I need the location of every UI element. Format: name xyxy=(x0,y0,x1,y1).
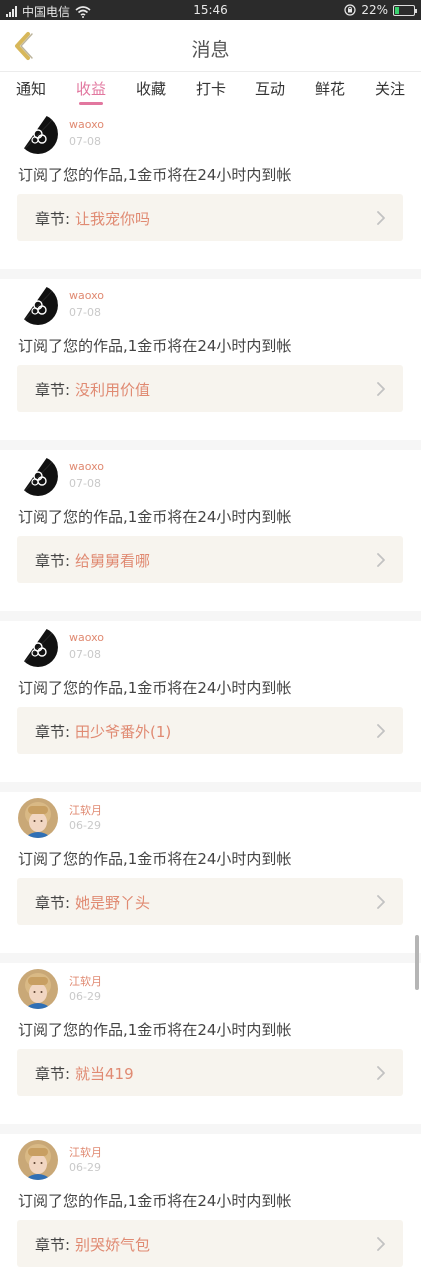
chapter-link[interactable]: 章节: 给舅舅看哪 xyxy=(17,536,403,583)
chapter-name: 别哭娇气包 xyxy=(75,1236,151,1254)
message-date: 07-08 xyxy=(69,648,101,661)
chapter-link[interactable]: 章节: 让我宠你吗 xyxy=(17,194,403,241)
sender-name[interactable]: waoxo xyxy=(69,460,104,473)
chapter-link[interactable]: 章节: 田少爷番外(1) xyxy=(17,707,403,754)
chapter-label: 章节: xyxy=(35,1065,71,1083)
message-card: waoxo 07-08 订阅了您的作品,1金币将在24小时内到帐章节: 给舅舅看哪 xyxy=(0,450,421,621)
user-photo-avatar-icon xyxy=(18,1140,58,1180)
chevron-right-icon xyxy=(377,382,385,396)
chapter-name: 她是野丫头 xyxy=(75,894,151,912)
message-date: 06-29 xyxy=(69,990,101,1003)
sender-name[interactable]: waoxo xyxy=(69,289,104,302)
sender-name[interactable]: 江软月 xyxy=(69,802,102,818)
tab-5[interactable]: 鲜花 xyxy=(315,78,345,99)
chapter-name: 让我宠你吗 xyxy=(75,210,151,228)
chevron-right-icon xyxy=(377,1066,385,1080)
message-card: waoxo 07-08 订阅了您的作品,1金币将在24小时内到帐章节: 没利用价值 xyxy=(0,279,421,450)
avatar[interactable] xyxy=(18,798,58,838)
lock-rotation-icon xyxy=(344,4,356,16)
user-photo-avatar-icon xyxy=(18,798,58,838)
nav-header: 消息 xyxy=(0,20,421,72)
status-bar: 中国电信 15:46 22% xyxy=(0,0,421,20)
avatar[interactable] xyxy=(18,627,58,667)
chapter-name: 田少爷番外(1) xyxy=(75,723,172,741)
user-photo-avatar-icon xyxy=(18,969,58,1009)
chevron-right-icon xyxy=(377,1237,385,1251)
chapter-link[interactable]: 章节: 她是野丫头 xyxy=(17,878,403,925)
message-date: 06-29 xyxy=(69,1161,101,1174)
message-card: waoxo 07-08 订阅了您的作品,1金币将在24小时内到帐章节: 田少爷番外(1… xyxy=(0,621,421,792)
message-text: 订阅了您的作品,1金币将在24小时内到帐 xyxy=(18,508,292,526)
scrollbar[interactable] xyxy=(415,935,419,990)
chapter-link[interactable]: 章节: 别哭娇气包 xyxy=(17,1220,403,1267)
message-list: waoxo 07-08 订阅了您的作品,1金币将在24小时内到帐 章节: 让我宠你吗 wa… xyxy=(0,108,421,1280)
message-text: 订阅了您的作品,1金币将在24小时内到帐 xyxy=(18,850,292,868)
chapter-name: 没利用价值 xyxy=(75,381,151,399)
message-text: 订阅了您的作品,1金币将在24小时内到帐 xyxy=(18,166,292,184)
avatar[interactable] xyxy=(18,1140,58,1180)
avatar[interactable] xyxy=(18,456,58,496)
tab-2[interactable]: 收藏 xyxy=(136,78,166,99)
black-fan-avatar-icon xyxy=(18,627,58,667)
avatar[interactable] xyxy=(18,285,58,325)
tab-3[interactable]: 打卡 xyxy=(196,78,226,99)
black-fan-avatar-icon xyxy=(18,114,58,154)
chevron-right-icon xyxy=(377,211,385,225)
message-card: 江软月 06-29 订阅了您的作品,1金币将在24小时内到帐章节: 别哭娇气包 xyxy=(0,1134,421,1280)
page-title: 消息 xyxy=(191,39,230,61)
chapter-label: 章节: xyxy=(35,723,71,741)
message-card: waoxo 07-08 订阅了您的作品,1金币将在24小时内到帐章节: 让我宠你吗 xyxy=(0,108,421,279)
message-date: 07-08 xyxy=(69,306,101,319)
message-text: 订阅了您的作品,1金币将在24小时内到帐 xyxy=(18,679,292,697)
chapter-label: 章节: xyxy=(35,894,71,912)
active-tab-indicator xyxy=(79,102,103,105)
tab-0[interactable]: 通知 xyxy=(16,78,46,99)
chevron-right-icon xyxy=(377,724,385,738)
message-card: 江软月 06-29 订阅了您的作品,1金币将在24小时内到帐章节: 就当419 xyxy=(0,963,421,1134)
sender-name[interactable]: 江软月 xyxy=(69,973,102,989)
avatar[interactable] xyxy=(18,969,58,1009)
battery-icon xyxy=(393,4,417,16)
sender-name[interactable]: waoxo xyxy=(69,631,104,644)
message-text: 订阅了您的作品,1金币将在24小时内到帐 xyxy=(18,337,292,355)
chapter-label: 章节: xyxy=(35,381,71,399)
black-fan-avatar-icon xyxy=(18,456,58,496)
chevron-right-icon xyxy=(377,895,385,909)
tab-6[interactable]: 关注 xyxy=(375,78,405,99)
avatar[interactable] xyxy=(18,114,58,154)
status-right: 22% xyxy=(344,3,417,17)
chapter-link[interactable]: 章节: 没利用价值 xyxy=(17,365,403,412)
message-date: 06-29 xyxy=(69,819,101,832)
message-card: 江软月 06-29 订阅了您的作品,1金币将在24小时内到帐章节: 她是野丫头 xyxy=(0,792,421,963)
battery-percent: 22% xyxy=(361,3,388,17)
message-text: 订阅了您的作品,1金币将在24小时内到帐 xyxy=(18,1021,292,1039)
chapter-label: 章节: xyxy=(35,210,71,228)
chapter-name: 就当419 xyxy=(75,1065,134,1083)
sender-name[interactable]: waoxo xyxy=(69,118,104,131)
chapter-label: 章节: xyxy=(35,1236,71,1254)
tab-bar: 通知 收益 收藏 打卡 互动 鲜花 关注 xyxy=(0,72,421,108)
message-date: 07-08 xyxy=(69,477,101,490)
chapter-name: 给舅舅看哪 xyxy=(75,552,151,570)
tab-4[interactable]: 互动 xyxy=(255,78,285,99)
message-text: 订阅了您的作品,1金币将在24小时内到帐 xyxy=(18,1192,292,1210)
sender-name[interactable]: 江软月 xyxy=(69,1144,102,1160)
chapter-link[interactable]: 章节: 就当419 xyxy=(17,1049,403,1096)
black-fan-avatar-icon xyxy=(18,285,58,325)
message-date: 07-08 xyxy=(69,135,101,148)
chapter-label: 章节: xyxy=(35,552,71,570)
tab-1[interactable]: 收益 xyxy=(76,78,106,99)
chevron-right-icon xyxy=(377,553,385,567)
